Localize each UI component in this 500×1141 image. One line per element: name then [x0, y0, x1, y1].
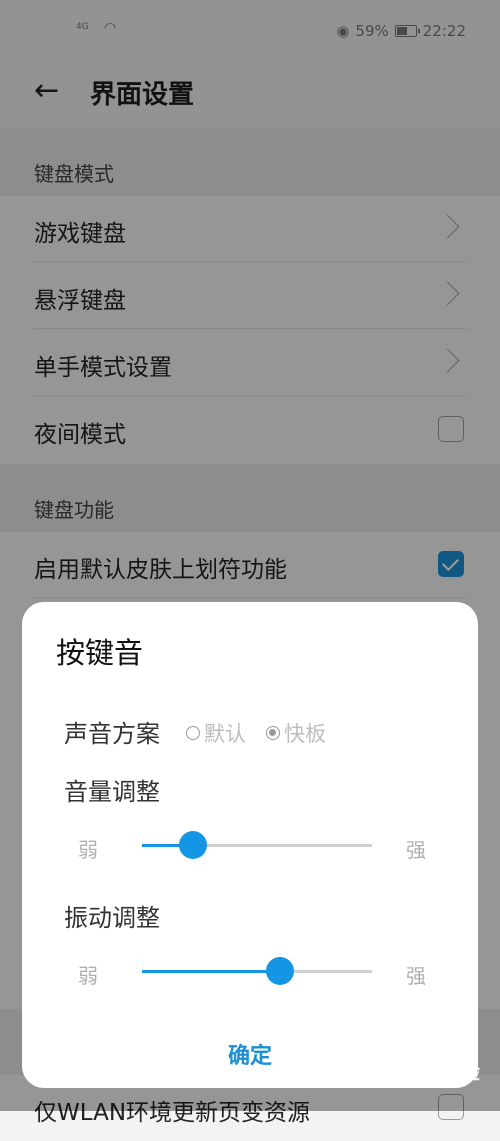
volume-slider[interactable]	[142, 831, 372, 859]
sound-scheme-label: 声音方案	[64, 720, 160, 748]
radio-label-default: 默认	[204, 722, 246, 746]
radio-kuaiban[interactable]: 快板	[266, 718, 326, 748]
radio-button-icon	[186, 726, 200, 740]
watermark: Bai 经验	[397, 1060, 480, 1084]
vibration-label: 振动调整	[64, 904, 160, 932]
radio-default[interactable]: 默认	[186, 718, 246, 748]
vibration-slider-fill	[142, 970, 280, 973]
volume-slider-thumb[interactable]	[178, 831, 207, 859]
vibration-slider[interactable]	[142, 957, 372, 985]
radio-button-icon	[266, 726, 280, 740]
volume-label: 音量调整	[64, 778, 160, 806]
vibration-weak-label: 弱	[78, 964, 98, 988]
dialog-title: 按键音	[56, 636, 144, 670]
key-sound-dialog: 按键音 声音方案 默认 快板 音量调整 弱 强 振动调整 弱 强 确定	[22, 602, 478, 1088]
vibration-strong-label: 强	[406, 964, 426, 988]
radio-label-kuaiban: 快板	[284, 722, 326, 746]
volume-strong-label: 强	[406, 838, 426, 862]
volume-weak-label: 弱	[78, 838, 98, 862]
vibration-slider-thumb[interactable]	[266, 957, 294, 985]
